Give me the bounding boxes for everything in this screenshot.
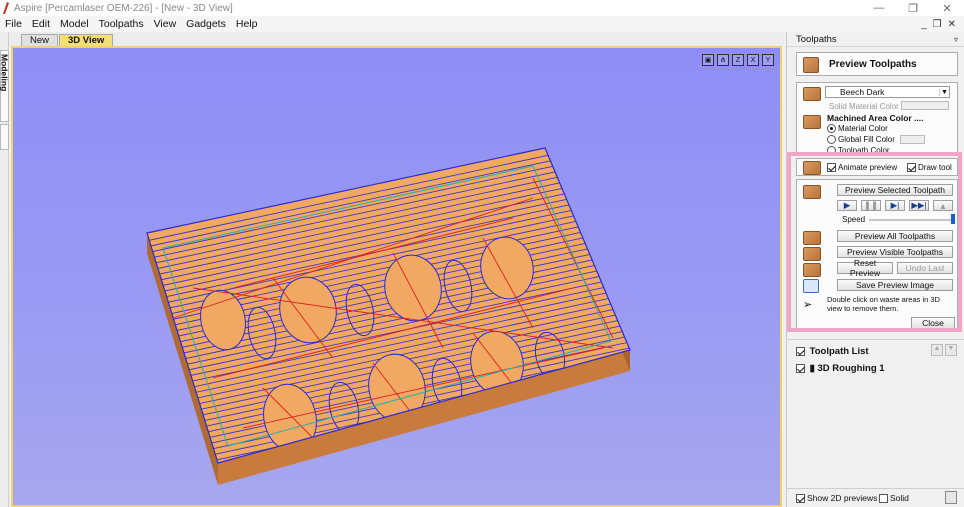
draw-tool-checkbox[interactable]: Draw tool xyxy=(907,163,952,173)
undo-last-button[interactable]: Undo Last xyxy=(897,262,953,274)
left-panel-strip: Modeling xyxy=(0,32,10,507)
eject-icon: ▲ xyxy=(938,200,948,211)
play-icon: ▶ xyxy=(843,200,851,210)
pause-icon: ❚❚ xyxy=(863,200,879,210)
minimize-button[interactable]: — xyxy=(862,2,896,15)
menu-bar: File Edit Model Toolpaths View Gadgets H… xyxy=(0,16,964,32)
pin-icon[interactable]: ▿ xyxy=(954,35,958,44)
menu-view[interactable]: View xyxy=(149,18,182,30)
pause-button[interactable]: ❚❚ xyxy=(861,200,881,211)
animate-icon xyxy=(803,161,821,175)
solid-color-swatch[interactable] xyxy=(901,101,949,110)
preview-visible-icon xyxy=(803,247,821,261)
panel-divider xyxy=(787,339,964,340)
preview-all-icon xyxy=(803,231,821,245)
global-color-swatch[interactable] xyxy=(900,135,925,144)
preview-toolpaths-title: Preview Toolpaths xyxy=(829,59,917,70)
close-button[interactable]: Close xyxy=(911,317,955,329)
tab-3d-view[interactable]: 3D View xyxy=(59,34,114,46)
modeling-tab[interactable]: Modeling xyxy=(0,50,10,122)
toolpath-item[interactable]: ▮ 3D Roughing 1 xyxy=(796,363,885,374)
document-tabs: New 3D View xyxy=(9,32,784,46)
aspire-logo-icon xyxy=(1,2,11,14)
mdi-minimize-button[interactable]: _ xyxy=(921,19,927,30)
step-forward-button[interactable]: ▶| xyxy=(885,200,905,211)
close-window-button[interactable]: ✕ xyxy=(930,2,964,15)
panel-header: Toolpaths ▿ xyxy=(787,32,964,47)
eject-button[interactable]: ▲ xyxy=(933,200,953,211)
toolpath-summary-icon[interactable] xyxy=(945,491,957,504)
menu-toolpaths[interactable]: Toolpaths xyxy=(94,18,149,30)
radio-global-fill-color[interactable]: Global Fill Color xyxy=(827,135,895,145)
menu-file[interactable]: File xyxy=(0,18,27,30)
chevron-down-icon: ▼ xyxy=(939,88,949,96)
maximize-button[interactable]: ❐ xyxy=(896,2,930,15)
bottom-divider xyxy=(787,488,964,489)
play-button[interactable]: ▶ xyxy=(837,200,857,211)
step-forward-icon: ▶| xyxy=(890,200,900,210)
preview-toolpaths-icon xyxy=(803,57,819,73)
toolpath-preview-model xyxy=(146,147,631,485)
move-up-icon[interactable]: ▲ xyxy=(931,344,943,356)
solid-material-color-label: Solid Material Color xyxy=(829,102,899,111)
machined-area-icon xyxy=(803,115,821,129)
radio-toolpath-color[interactable]: Toolpath Color xyxy=(827,146,890,155)
preview-controls-box: Preview Selected Toolpath ▶ ❚❚ ▶| ▶▶| ▲ … xyxy=(796,179,958,331)
skip-end-icon: ▶▶| xyxy=(911,200,927,210)
machined-area-color-label: Machined Area Color .... xyxy=(827,113,924,123)
speed-slider-track[interactable] xyxy=(869,219,953,221)
material-dropdown[interactable]: Beech Dark ▼ xyxy=(825,86,950,98)
material-settings-box: Beech Dark ▼ Solid Material Color Machin… xyxy=(796,82,958,156)
skip-to-end-button[interactable]: ▶▶| xyxy=(909,200,929,211)
hint-cursor-icon: ➢ xyxy=(803,299,813,311)
move-down-icon[interactable]: ▼ xyxy=(945,344,957,356)
preview-visible-toolpaths-button[interactable]: Preview Visible Toolpaths xyxy=(837,246,953,258)
animate-options-box: Animate preview Draw tool xyxy=(796,158,958,176)
speed-label: Speed xyxy=(842,215,866,224)
preview-header-box: Preview Toolpaths xyxy=(796,52,958,76)
mdi-restore-button[interactable]: ❐ xyxy=(933,19,942,30)
window-title: Aspire [Percamlaser OEM-226] - [New - 3D… xyxy=(14,2,233,14)
save-preview-image-button[interactable]: Save Preview Image xyxy=(837,279,953,291)
preview-selected-icon xyxy=(803,185,821,199)
toolpath-list-header[interactable]: Toolpath List xyxy=(796,346,869,357)
mdi-close-button[interactable]: ✕ xyxy=(948,19,956,30)
reset-preview-button[interactable]: Reset Preview xyxy=(837,258,893,278)
preview-all-toolpaths-button[interactable]: Preview All Toolpaths xyxy=(837,230,953,242)
material-icon xyxy=(803,87,821,101)
toolpath-type-icon: ▮ xyxy=(809,363,815,374)
reset-preview-icon xyxy=(803,263,821,277)
3d-viewport[interactable]: ▣ ⋔ Z X Y xyxy=(11,46,782,507)
radio-material-color[interactable]: Material Color xyxy=(827,124,888,134)
speed-slider-handle[interactable] xyxy=(951,214,955,224)
panel-title: Toolpaths xyxy=(796,33,837,45)
menu-model[interactable]: Model xyxy=(55,18,94,30)
menu-help[interactable]: Help xyxy=(231,18,263,30)
show-2d-previews-checkbox[interactable]: Show 2D previews xyxy=(796,493,877,504)
menu-gadgets[interactable]: Gadgets xyxy=(181,18,231,30)
tab-new[interactable]: New xyxy=(21,34,59,46)
save-image-icon xyxy=(803,279,819,293)
solid-checkbox[interactable]: Solid xyxy=(879,493,909,504)
animate-preview-checkbox[interactable]: Animate preview xyxy=(827,163,897,173)
preview-selected-toolpath-button[interactable]: Preview Selected Toolpath xyxy=(837,184,953,196)
title-bar: Aspire [Percamlaser OEM-226] - [New - 3D… xyxy=(0,0,964,16)
waste-area-hint: Double click on waste areas in 3D view t… xyxy=(827,295,940,313)
material-value: Beech Dark xyxy=(840,87,885,97)
toolpaths-side-tab[interactable] xyxy=(0,124,9,150)
toolpaths-panel: Toolpaths ▿ Preview Toolpaths Beech Dark… xyxy=(786,32,964,507)
menu-edit[interactable]: Edit xyxy=(27,18,55,30)
